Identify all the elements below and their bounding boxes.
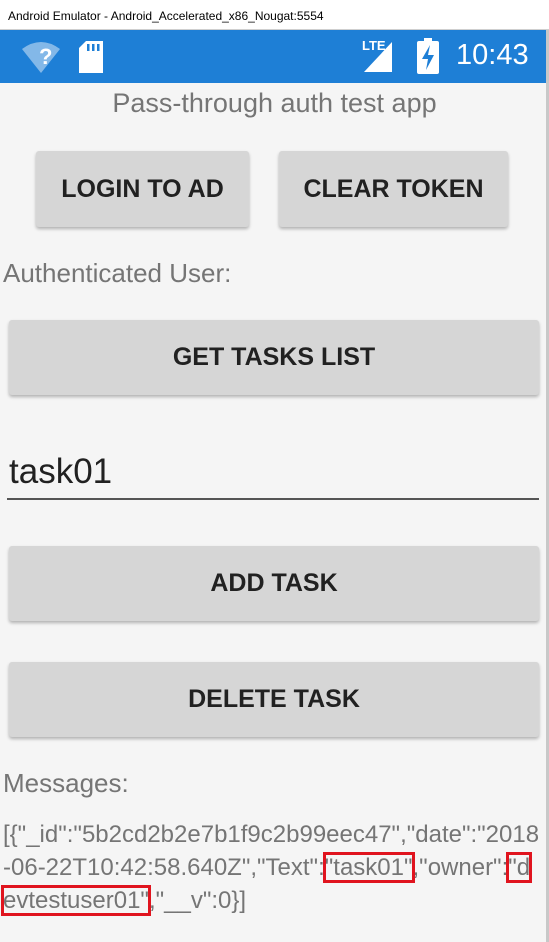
window-title: Android Emulator - Android_Accelerated_x… [8, 9, 324, 23]
battery-charging-icon [417, 38, 439, 74]
task-input[interactable] [7, 446, 539, 500]
highlighted-task-value: "task01" [322, 852, 415, 883]
wifi-unknown-label: ? [39, 44, 53, 69]
messages-label: Messages: [3, 768, 129, 798]
add-task-button[interactable]: ADD TASK [9, 546, 539, 621]
sd-card-icon [79, 41, 103, 73]
emulator-title-bar: Android Emulator - Android_Accelerated_x… [0, 0, 549, 30]
app-title: Pass-through auth test app [112, 88, 437, 118]
status-clock: 10:43 [456, 39, 529, 71]
messages-middle: ,"owner": [412, 854, 509, 881]
signal-icon [364, 42, 392, 72]
authenticated-user-label: Authenticated User: [3, 258, 232, 288]
delete-task-button[interactable]: DELETE TASK [9, 662, 539, 737]
android-status-bar: ? LTE 10:43 [0, 30, 549, 83]
clear-token-button[interactable]: CLEAR TOKEN [279, 151, 508, 227]
messages-suffix: ,"__v":0}] [148, 887, 247, 914]
messages-output: [{"_id":"5b2cd2b2e7b1f9c2b99eec47","date… [0, 818, 543, 917]
login-button[interactable]: LOGIN TO AD [36, 151, 249, 227]
get-tasks-button[interactable]: GET TASKS LIST [9, 320, 539, 395]
